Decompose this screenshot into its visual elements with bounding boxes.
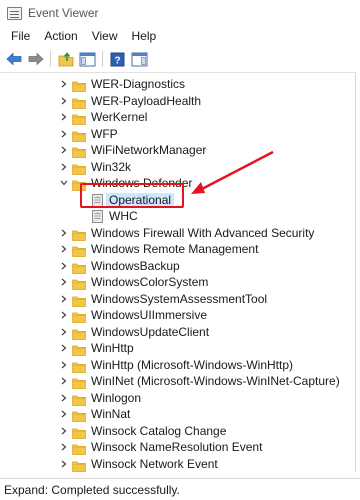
status-bar: Expand: Completed successfully. [0,478,360,500]
annotation-arrow-head [191,182,205,194]
annotation-overlay [191,150,274,194]
annotation-arrow-shaft [199,150,274,192]
status-text: Expand: Completed successfully. [4,482,180,497]
annotation-highlight-box [80,183,184,208]
